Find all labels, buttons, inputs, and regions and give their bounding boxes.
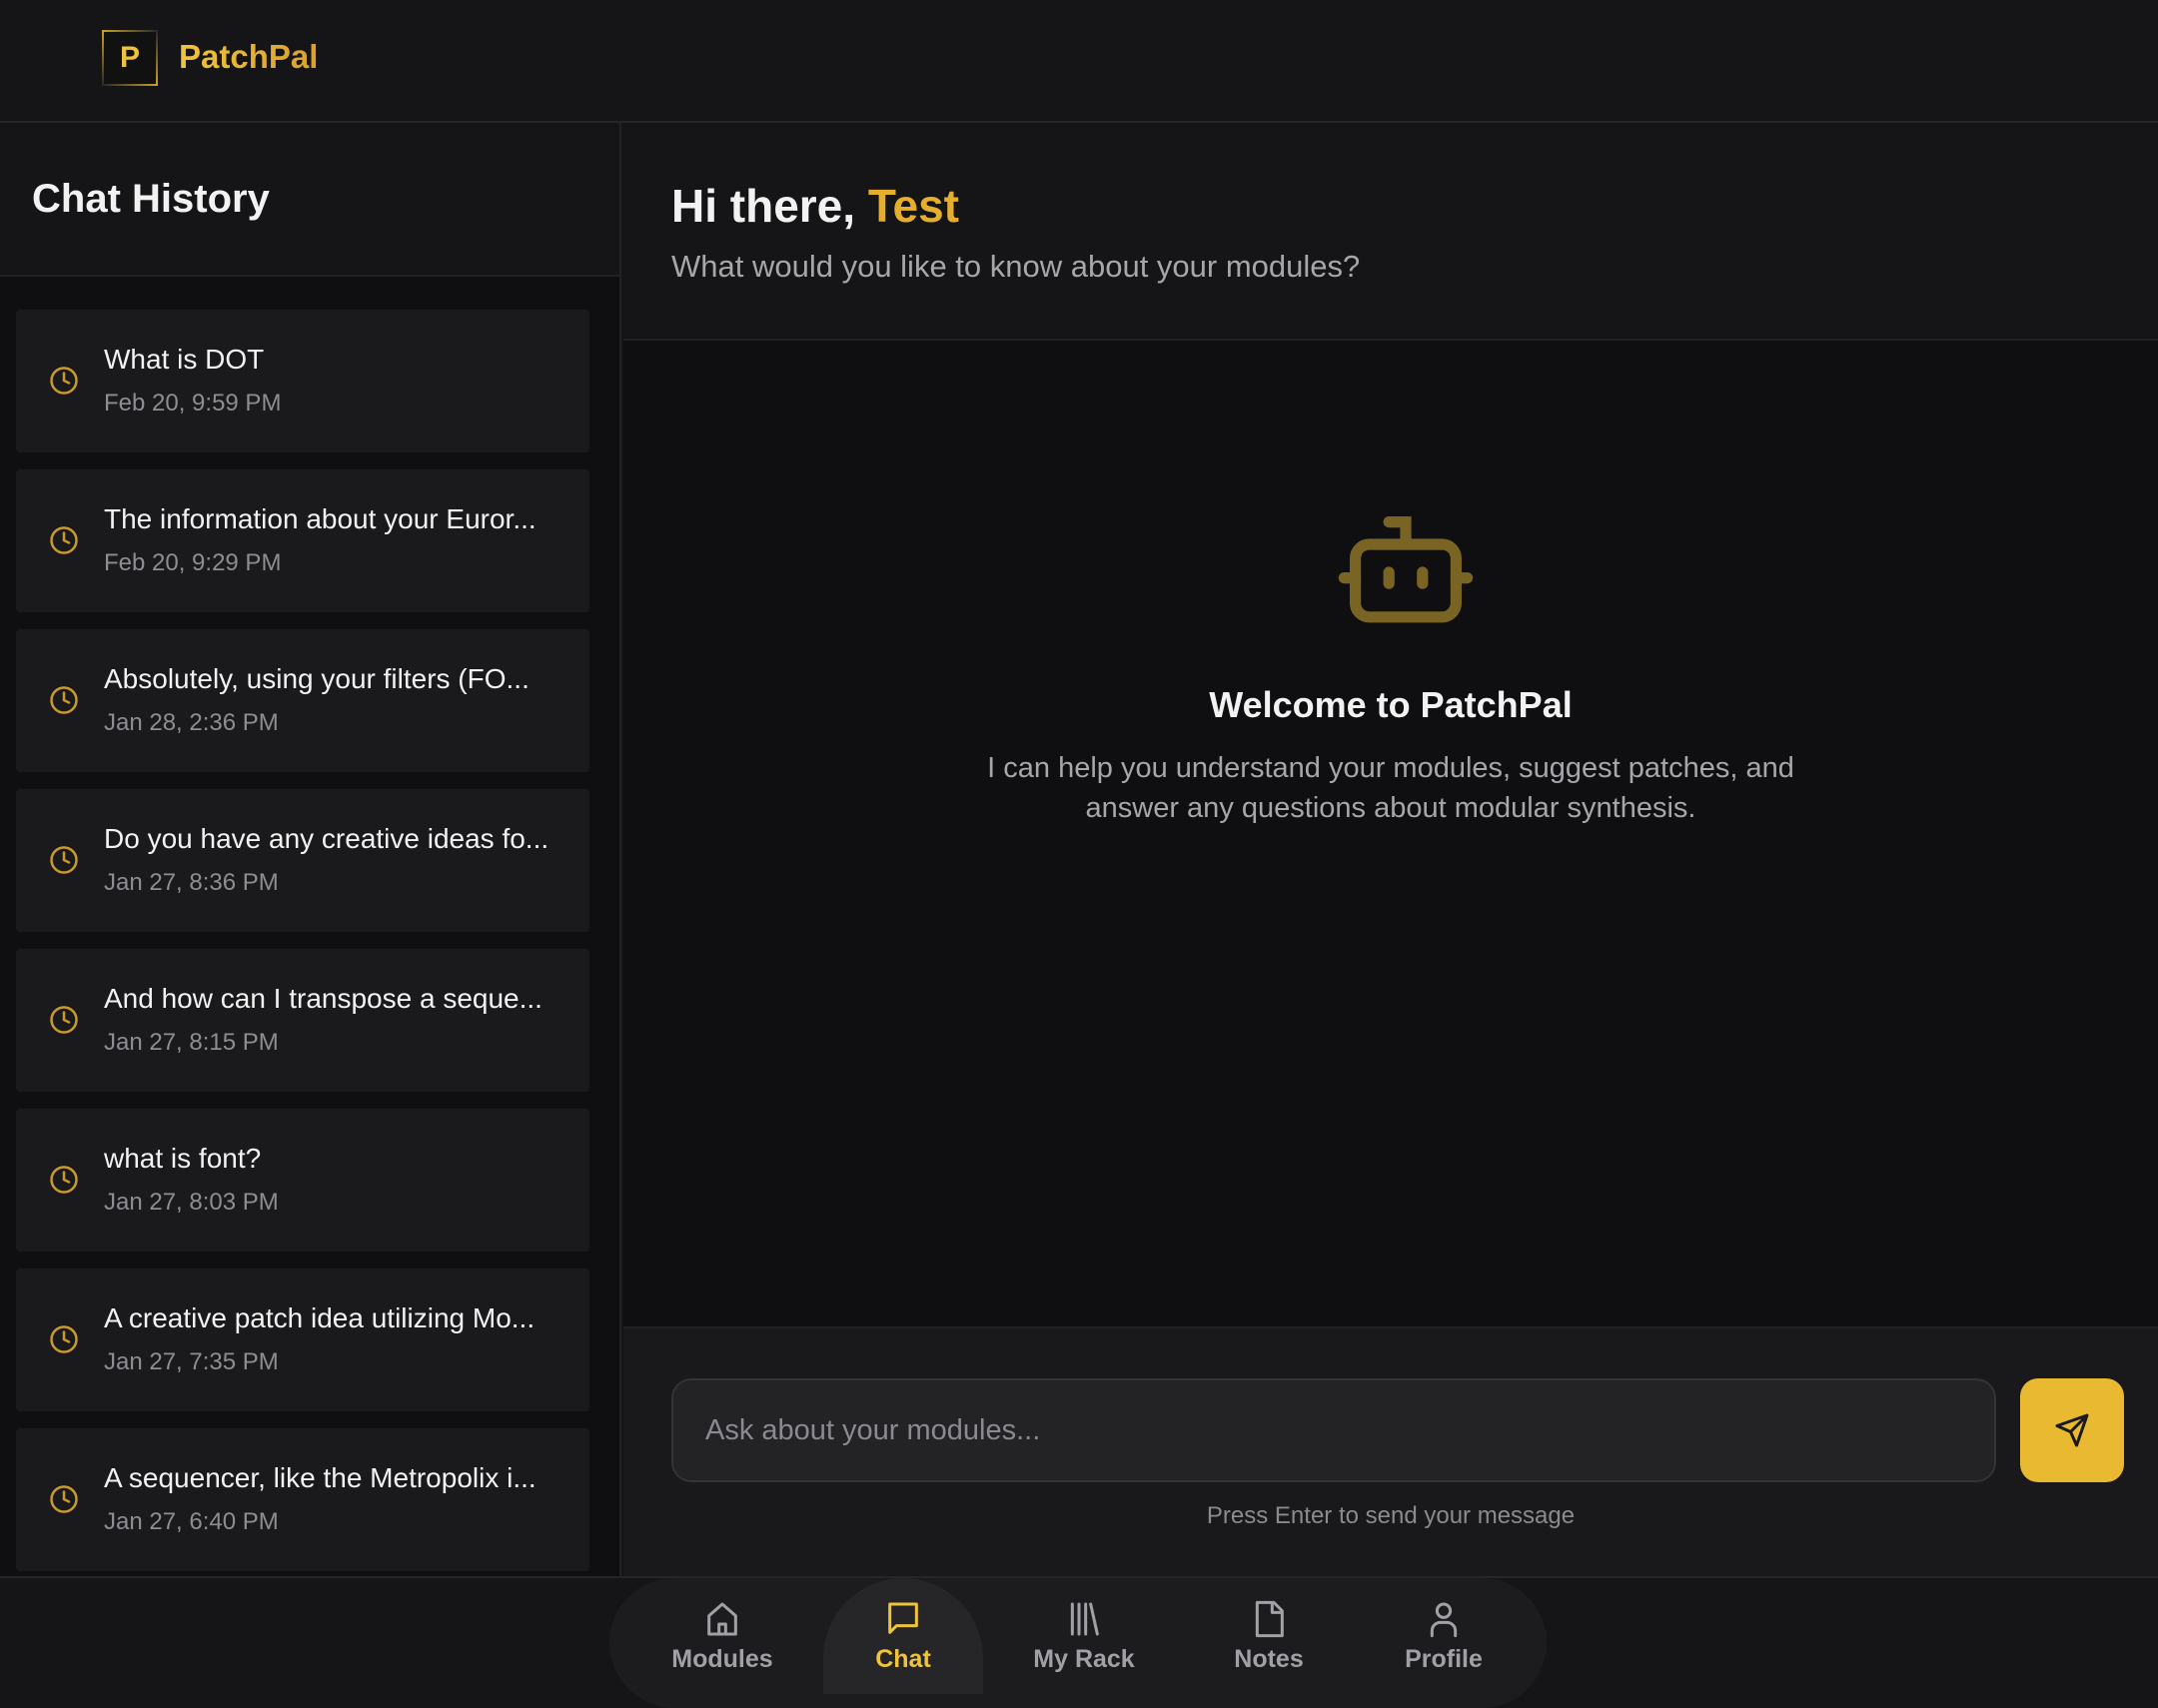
chat-history-item[interactable]: A creative patch idea utilizing Mo... Jan… bbox=[16, 1269, 589, 1411]
chat-history-item[interactable]: The information about your Euror... Feb 2… bbox=[16, 469, 589, 612]
chat-date: Jan 27, 7:35 PM bbox=[104, 1348, 279, 1375]
chat-title: A creative patch idea utilizing Mo... bbox=[104, 1302, 536, 1333]
user-icon bbox=[1430, 1602, 1458, 1637]
clock-icon bbox=[50, 1166, 78, 1194]
app-name[interactable]: PatchPal bbox=[179, 38, 318, 76]
greeting-text: Hi there, bbox=[671, 180, 868, 232]
chat-history-item[interactable]: Absolutely, using your filters (FO... Jan… bbox=[16, 629, 589, 772]
chat-date: Feb 20, 9:29 PM bbox=[104, 549, 282, 576]
chat-date: Jan 27, 8:03 PM bbox=[104, 1189, 279, 1216]
chat-title: what is font? bbox=[104, 1143, 262, 1174]
chat-date: Jan 27, 8:36 PM bbox=[104, 869, 279, 896]
nav-label: Notes bbox=[1234, 1644, 1304, 1673]
clock-icon bbox=[50, 1006, 78, 1034]
chat-date: Jan 27, 8:15 PM bbox=[104, 1029, 279, 1056]
chat-title: And how can I transpose a seque... bbox=[104, 983, 542, 1014]
nav-notes[interactable]: Notes bbox=[1183, 1578, 1355, 1694]
nav-label: Modules bbox=[671, 1644, 773, 1673]
nav-my-rack[interactable]: My Rack bbox=[1009, 1578, 1159, 1694]
home-icon bbox=[707, 1602, 737, 1635]
nav-profile[interactable]: Profile bbox=[1364, 1578, 1524, 1694]
greeting: Hi there, Test bbox=[671, 179, 959, 233]
send-icon bbox=[2055, 1413, 2089, 1447]
note-icon bbox=[1255, 1600, 1284, 1637]
clock-icon bbox=[50, 526, 78, 554]
chat-icon bbox=[888, 1602, 918, 1634]
chat-title: The information about your Euror... bbox=[104, 503, 537, 534]
library-icon bbox=[1070, 1602, 1099, 1635]
chat-history-item[interactable]: What is DOT Feb 20, 9:59 PM bbox=[16, 310, 589, 452]
chat-title: Do you have any creative ideas fo... bbox=[104, 823, 549, 854]
nav-label: My Rack bbox=[1033, 1644, 1135, 1673]
user-name: Test bbox=[867, 180, 959, 232]
subtitle: What would you like to know about your m… bbox=[671, 249, 1361, 284]
sidebar-header: Chat History bbox=[0, 123, 619, 277]
welcome-title: Welcome to PatchPal bbox=[1209, 684, 1573, 725]
chat-history-item[interactable]: A sequencer, like the Metropolix i... Jan… bbox=[16, 1428, 589, 1571]
clock-icon bbox=[50, 1485, 78, 1513]
chat-title: Absolutely, using your filters (FO... bbox=[104, 663, 530, 694]
chat-history-item[interactable]: Do you have any creative ideas fo... Jan … bbox=[16, 789, 589, 932]
bottom-nav: Modules Chat My Rack Notes Profile bbox=[0, 1576, 2158, 1708]
clock-icon bbox=[50, 1325, 78, 1353]
chat-history-item[interactable]: And how can I transpose a seque... Jan 27… bbox=[16, 949, 589, 1092]
sidebar-title: Chat History bbox=[32, 177, 270, 221]
app-header: P PatchPal bbox=[0, 0, 2158, 123]
nav-label: Profile bbox=[1405, 1644, 1483, 1673]
clock-icon bbox=[50, 846, 78, 874]
logo[interactable]: P bbox=[102, 30, 158, 86]
message-input[interactable] bbox=[671, 1378, 1996, 1482]
chat-date: Feb 20, 9:59 PM bbox=[104, 390, 282, 417]
welcome-line: answer any questions about modular synth… bbox=[1085, 792, 1696, 824]
clock-icon bbox=[50, 686, 78, 714]
send-hint: Press Enter to send your message bbox=[1206, 1502, 1576, 1529]
nav-label: Chat bbox=[875, 1644, 931, 1673]
welcome-description: I can help you understand your modules, … bbox=[623, 748, 2158, 828]
send-button[interactable] bbox=[2020, 1378, 2124, 1482]
chat-empty-state: Welcome to PatchPal I can help you under… bbox=[623, 341, 2158, 1326]
main-header: Hi there, Test What would you like to kn… bbox=[623, 123, 2158, 341]
chat-title: A sequencer, like the Metropolix i... bbox=[104, 1462, 537, 1493]
welcome-line: I can help you understand your modules, … bbox=[987, 752, 1794, 784]
bot-icon bbox=[1338, 516, 1474, 623]
chat-date: Jan 27, 6:40 PM bbox=[104, 1508, 279, 1535]
composer: Press Enter to send your message bbox=[623, 1326, 2158, 1576]
clock-icon bbox=[50, 367, 78, 395]
chat-date: Jan 28, 2:36 PM bbox=[104, 709, 279, 736]
nav-modules[interactable]: Modules bbox=[659, 1578, 785, 1694]
logo-letter: P bbox=[119, 41, 140, 74]
chat-history-sidebar: Chat History What is DOT Feb 20, 9:59 PM T… bbox=[0, 123, 621, 1576]
chat-history-item[interactable]: what is font? Jan 27, 8:03 PM bbox=[16, 1109, 589, 1252]
chat-title: What is DOT bbox=[104, 344, 265, 375]
